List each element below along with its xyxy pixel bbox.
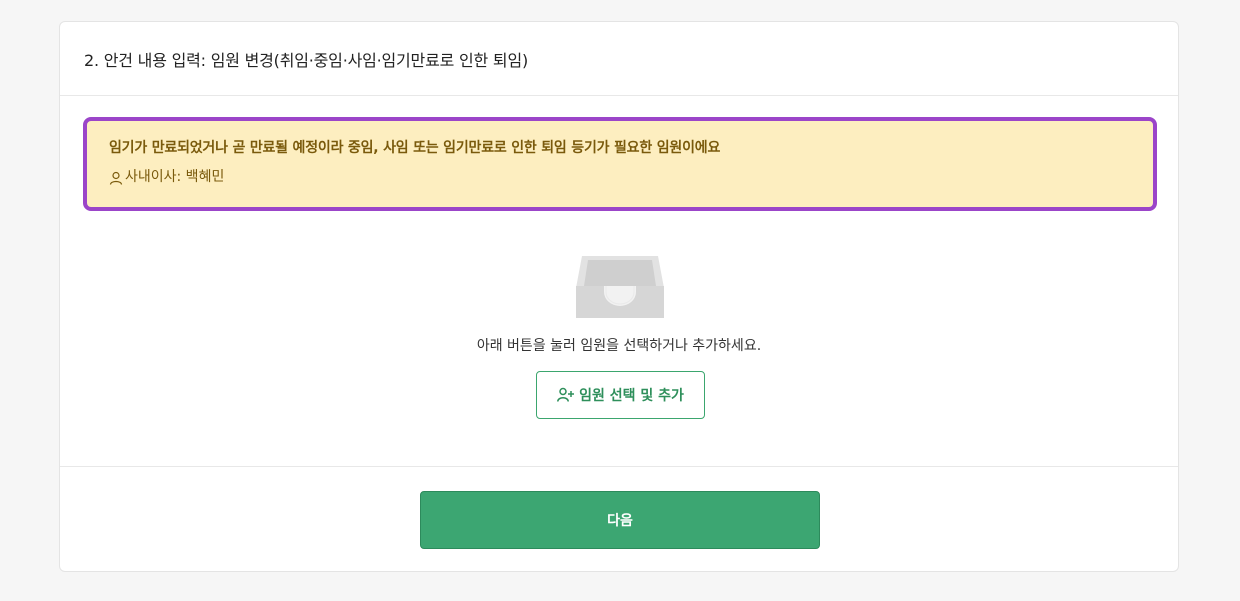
next-button-label: 다음 (607, 513, 633, 529)
user-plus-icon (557, 387, 575, 402)
card-header: 2. 안건 내용 입력: 임원 변경(취임·중임·사임·임기만료로 인한 퇴임) (60, 22, 1178, 96)
select-add-officer-label: 임원 선택 및 추가 (579, 388, 684, 404)
officer-alert: 임기가 만료되었거나 곧 만료될 예정이라 중임, 사임 또는 임기만료로 인한… (83, 117, 1157, 211)
alert-officer-label: 사내이사: 백혜민 (125, 169, 225, 185)
next-button[interactable]: 다음 (420, 491, 820, 549)
page-title: 2. 안건 내용 입력: 임원 변경(취임·중임·사임·임기만료로 인한 퇴임) (84, 50, 529, 70)
user-icon (109, 171, 123, 185)
select-add-officer-button[interactable]: 임원 선택 및 추가 (536, 371, 705, 419)
card-body: 임기가 만료되었거나 곧 만료될 예정이라 중임, 사임 또는 임기만료로 인한… (60, 96, 1178, 467)
alert-officer-item: 사내이사: 백혜민 (109, 166, 1131, 186)
card-footer: 다음 (60, 467, 1178, 571)
empty-state-text: 아래 버튼을 눌러 임원을 선택하거나 추가하세요. (476, 338, 762, 354)
agenda-card: 2. 안건 내용 입력: 임원 변경(취임·중임·사임·임기만료로 인한 퇴임)… (59, 21, 1179, 572)
inbox-tray-icon (576, 256, 664, 318)
alert-message: 임기가 만료되었거나 곧 만료될 예정이라 중임, 사임 또는 임기만료로 인한… (109, 140, 721, 156)
